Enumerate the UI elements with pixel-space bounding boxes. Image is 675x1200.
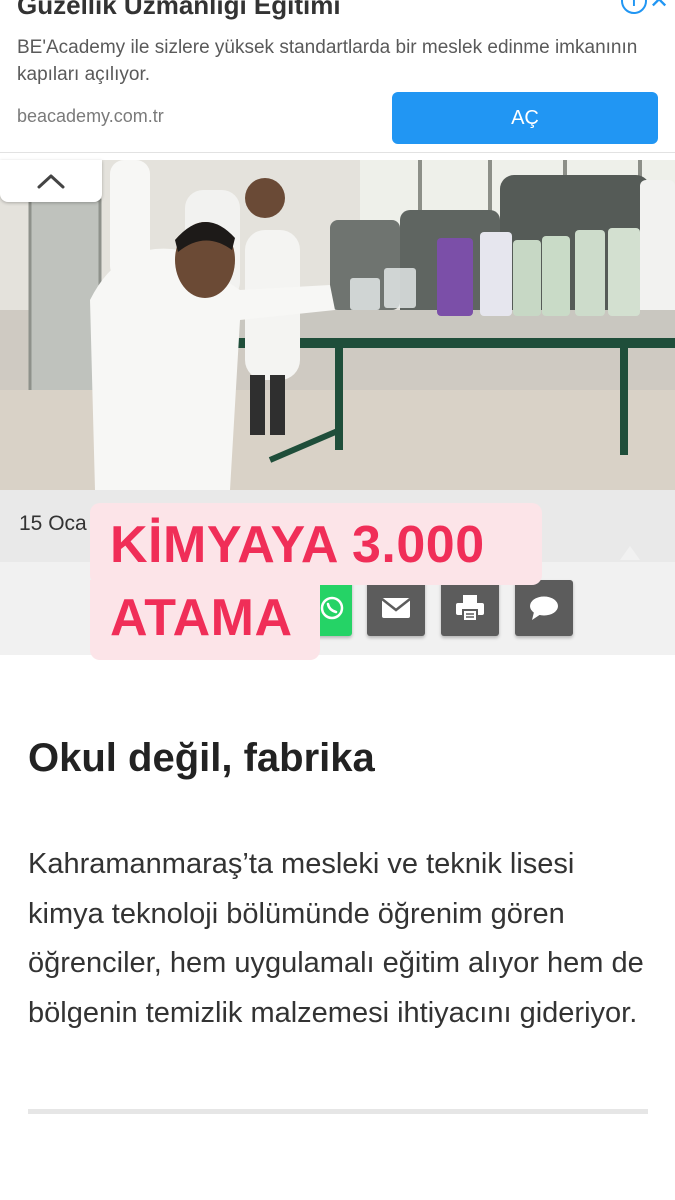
chevron-up-icon bbox=[37, 174, 65, 189]
article-date: 15 Oca bbox=[19, 512, 87, 535]
ad-title[interactable]: Güzellik Uzmanlığı Eğitimi bbox=[17, 0, 341, 21]
overlay-line-1: KİMYAYA 3.000 bbox=[110, 516, 485, 574]
ad-description: BE'Academy ile sizlere yüksek standartla… bbox=[17, 37, 638, 85]
email-share-button[interactable] bbox=[367, 580, 425, 636]
comment-notch bbox=[620, 546, 640, 560]
ad-open-button[interactable]: AÇ bbox=[392, 92, 658, 144]
print-icon bbox=[456, 595, 484, 622]
whatsapp-icon bbox=[320, 596, 344, 620]
article-photo bbox=[0, 160, 675, 490]
comment-button[interactable] bbox=[515, 580, 573, 636]
mail-icon bbox=[381, 598, 411, 618]
article-body: Kahramanmaraş’ta mesleki ve teknik lises… bbox=[28, 848, 644, 1029]
article-headline: Okul değil, fabrika bbox=[28, 736, 375, 780]
comment-icon bbox=[530, 596, 558, 620]
overlay-line-2: ATAMA bbox=[110, 589, 293, 647]
divider bbox=[28, 1109, 648, 1114]
collapse-ad-button[interactable] bbox=[0, 160, 102, 202]
print-button[interactable] bbox=[441, 580, 499, 636]
ad-url: beacademy.com.tr bbox=[17, 106, 164, 126]
ad-banner[interactable]: Güzellik Uzmanlığı Eğitimi i ✕ BE'Academ… bbox=[0, 0, 675, 153]
ad-info-icon[interactable]: i bbox=[621, 0, 647, 14]
ad-close-icon[interactable]: ✕ bbox=[649, 0, 669, 15]
